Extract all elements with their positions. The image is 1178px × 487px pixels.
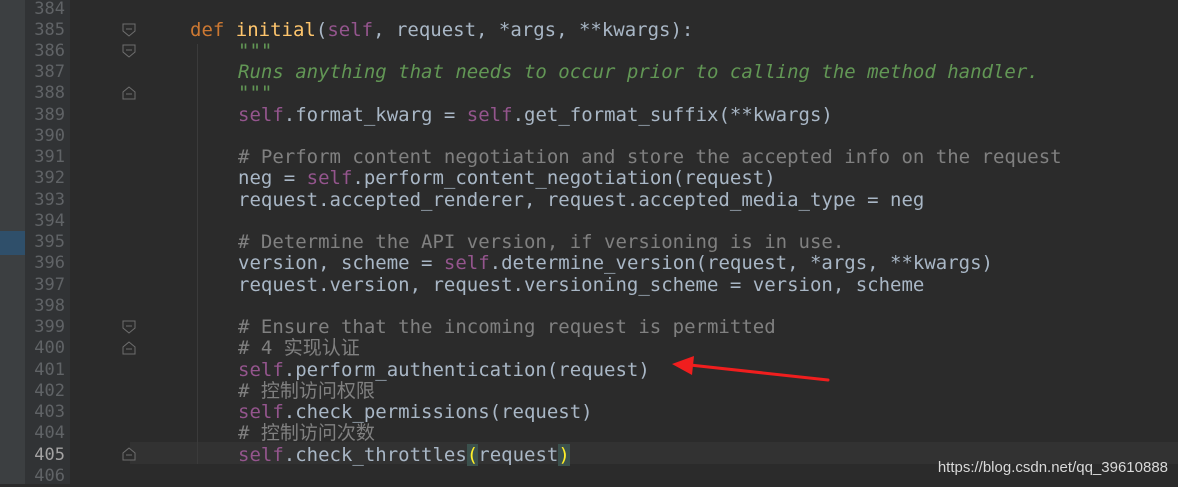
watermark: https://blog.csdn.net/qq_39610888 [937,459,1168,476]
red-arrow-annotation [672,356,830,382]
code-editor[interactable]: 384 385 386 387 388 389 390 391 392 393 … [0,0,1178,486]
